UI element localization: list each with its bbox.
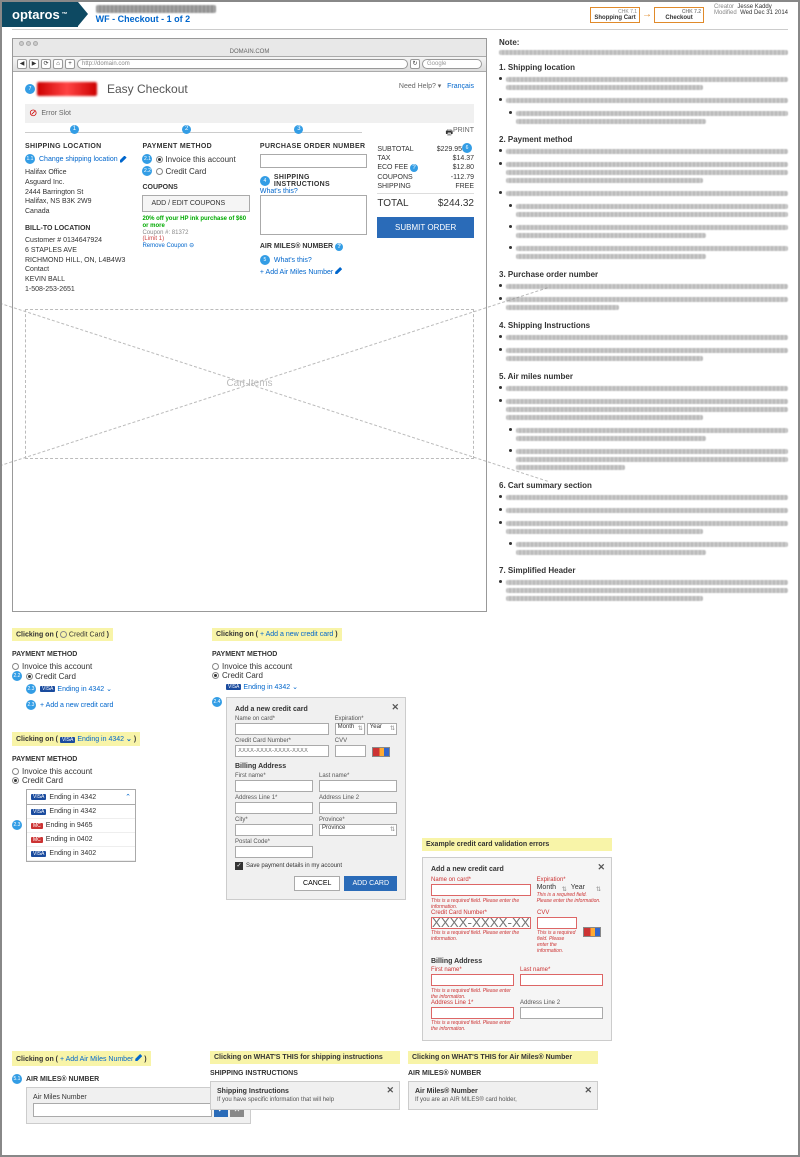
shipping-instructions-input[interactable] bbox=[260, 195, 367, 235]
whats-this-airmiles[interactable]: What's this? bbox=[274, 257, 312, 264]
shipping-address: Halifax OfficeAsguard Inc.2444 Barringto… bbox=[25, 168, 132, 217]
chevron-down-icon: ⌄ bbox=[106, 685, 112, 693]
page-title: Easy Checkout bbox=[107, 82, 188, 96]
url-input[interactable]: http://domain.com bbox=[77, 59, 408, 69]
invoice-radio[interactable] bbox=[156, 156, 163, 163]
browser-domain: DOMAIN.COM bbox=[13, 48, 486, 56]
add-card-button[interactable]: ADD CARD bbox=[344, 876, 397, 891]
cart-items-placeholder: Cart Items bbox=[25, 309, 474, 459]
chevron-up-icon: ⌃ bbox=[125, 793, 131, 801]
add-credit-card-form: ✕ Add a new credit card Name on card* Ex… bbox=[226, 697, 406, 900]
payment-method-heading: PAYMENT METHOD bbox=[142, 143, 249, 150]
airmiles-tooltip: ✕ Air Miles® Number If you are an AIR MI… bbox=[408, 1081, 598, 1110]
info-icon[interactable]: ? bbox=[335, 243, 343, 251]
province-select[interactable]: Province bbox=[319, 824, 397, 836]
last-name-input[interactable] bbox=[319, 780, 397, 792]
annotation-7: 7 bbox=[25, 84, 35, 94]
annotation-notes: Note: 1. Shipping location 2. Payment me… bbox=[499, 38, 788, 612]
back-button[interactable]: ◀ bbox=[17, 59, 27, 69]
edit-icon bbox=[335, 267, 342, 274]
forward-button[interactable]: ▶ bbox=[29, 59, 39, 69]
cvv-input[interactable] bbox=[335, 745, 366, 757]
airmiles-input[interactable] bbox=[33, 1103, 212, 1117]
edit-icon[interactable] bbox=[120, 156, 127, 163]
postal-input[interactable] bbox=[235, 846, 313, 858]
add-edit-coupons-button[interactable]: ADD / EDIT COUPONS bbox=[142, 195, 249, 212]
name-on-card-input[interactable] bbox=[235, 723, 329, 735]
creditcard-radio[interactable] bbox=[156, 168, 163, 175]
clicking-on-label: Clicking on ( Credit Card ) bbox=[12, 628, 113, 641]
go-button[interactable]: ↻ bbox=[410, 59, 420, 69]
search-input[interactable]: Google bbox=[422, 59, 482, 69]
card-select[interactable]: Ending in 4342 bbox=[57, 686, 104, 693]
shipping-instructions-heading: SHIPPING INSTRUCTIONS bbox=[274, 174, 367, 188]
year-select[interactable]: Year bbox=[367, 723, 397, 735]
add-airmiles-link[interactable]: + Add Air Miles Number bbox=[260, 267, 367, 276]
creditcard-radio[interactable] bbox=[26, 673, 33, 680]
first-name-input[interactable] bbox=[235, 780, 313, 792]
error-slot: Error Slot bbox=[41, 110, 71, 117]
card-dropdown[interactable]: VISAEnding in 4342⌃ VISAEnding in 4342 M… bbox=[26, 789, 136, 862]
bill-to-address: Customer # 01346479246 STAPLES AVERICHMO… bbox=[25, 236, 132, 295]
shipping-location-heading: SHIPPING LOCATION bbox=[25, 143, 132, 150]
add-button[interactable]: + bbox=[65, 59, 75, 69]
order-summary: SUBTOTAL$229.95 TAX$14.37 ECO FEE ?$12.8… bbox=[377, 143, 474, 194]
save-payment-checkbox[interactable]: ✓ bbox=[235, 862, 243, 870]
wireframe-title: WF - Checkout - 1 of 2 bbox=[96, 14, 590, 24]
help-link[interactable]: Need Help? bbox=[399, 83, 436, 90]
browser-mock: DOMAIN.COM ◀ ▶ ⟳ ⌂ + http://domain.com ↻… bbox=[12, 38, 487, 612]
close-icon[interactable]: ✕ bbox=[597, 862, 605, 873]
coupon-text: 20% off your HP ink purchase of $60 or m… bbox=[142, 216, 249, 230]
doc-meta: Creator Jesse Kaddy Modified Wed Dec 31 … bbox=[714, 2, 798, 27]
brand-logo-redacted bbox=[37, 82, 97, 96]
home-button[interactable]: ⌂ bbox=[53, 59, 63, 69]
submit-order-button[interactable]: SUBMIT ORDER bbox=[377, 217, 474, 238]
reload-button[interactable]: ⟳ bbox=[41, 59, 51, 69]
close-icon[interactable]: ✕ bbox=[386, 1085, 394, 1096]
airmiles-heading: AIR MILES® NUMBER ? bbox=[260, 243, 367, 251]
city-input[interactable] bbox=[235, 824, 313, 836]
address2-input[interactable] bbox=[319, 802, 397, 814]
doc-header: optaros™ WF - Checkout - 1 of 2 CHK 7.1S… bbox=[2, 2, 798, 27]
coupons-heading: COUPONS bbox=[142, 184, 249, 191]
add-cc-link[interactable]: + Add a new credit card bbox=[40, 702, 113, 709]
card-brands-icon bbox=[372, 747, 390, 757]
error-icon: ⊘ bbox=[29, 108, 37, 119]
change-location-link[interactable]: Change shipping location bbox=[39, 156, 118, 163]
shipping-instructions-tooltip: ✕ Shipping Instructions If you have spec… bbox=[210, 1081, 400, 1110]
close-icon[interactable]: ✕ bbox=[584, 1085, 592, 1096]
month-select[interactable]: Month bbox=[335, 723, 365, 735]
address1-input[interactable] bbox=[235, 802, 313, 814]
error-example-label: Example credit card validation errors bbox=[422, 838, 612, 851]
flow-steps: CHK 7.1Shopping Cart → CHK 7.2Checkout bbox=[590, 2, 704, 27]
optaros-logo: optaros™ bbox=[2, 2, 78, 27]
remove-coupon-link[interactable]: Remove Coupon ⊖ bbox=[142, 242, 249, 249]
po-heading: PURCHASE ORDER NUMBER bbox=[260, 143, 367, 150]
cc-number-input[interactable] bbox=[235, 745, 329, 757]
whats-this-shipping[interactable]: What's this? bbox=[260, 188, 367, 195]
cc-validation-error-form: ✕ Add a new credit card Name on card*Thi… bbox=[422, 857, 612, 1041]
lang-link[interactable]: Français bbox=[447, 83, 474, 90]
arrow-icon: → bbox=[642, 9, 652, 20]
cancel-button[interactable]: CANCEL bbox=[294, 876, 340, 891]
bill-to-heading: BILL-TO LOCATION bbox=[25, 225, 132, 232]
print-icon[interactable]: 🖶 bbox=[445, 128, 453, 137]
po-input[interactable] bbox=[260, 154, 367, 168]
close-icon[interactable]: ✕ bbox=[391, 702, 399, 713]
print-link[interactable]: PRINT bbox=[453, 127, 474, 134]
invoice-radio[interactable] bbox=[12, 663, 19, 670]
redacted-title bbox=[96, 5, 216, 13]
